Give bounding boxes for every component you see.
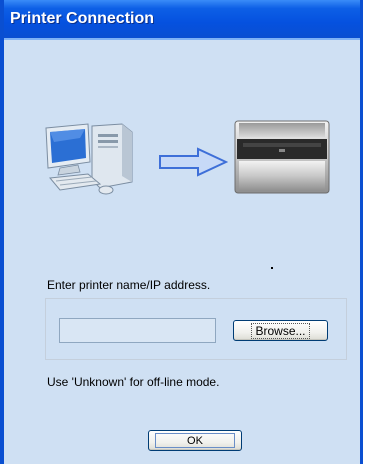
title-bar[interactable]: Printer Connection bbox=[4, 0, 360, 38]
printer-name-prompt: Enter printer name/IP address. bbox=[47, 278, 211, 292]
printer-icon bbox=[234, 120, 330, 194]
dot-mark bbox=[271, 267, 273, 269]
offline-mode-note: Use 'Unknown' for off-line mode. bbox=[47, 375, 220, 389]
window-title: Printer Connection bbox=[10, 10, 155, 27]
right-arrow-icon bbox=[159, 147, 228, 177]
browse-button-label: Browse... bbox=[251, 322, 310, 339]
ok-button-label: OK bbox=[155, 433, 235, 448]
title-divider bbox=[4, 38, 360, 40]
browse-button[interactable]: Browse... bbox=[233, 320, 328, 341]
printer-address-input[interactable] bbox=[59, 318, 216, 343]
ok-button[interactable]: OK bbox=[148, 430, 242, 451]
computer-icon bbox=[45, 123, 133, 195]
printer-connection-window: Printer Connection bbox=[0, 0, 363, 464]
